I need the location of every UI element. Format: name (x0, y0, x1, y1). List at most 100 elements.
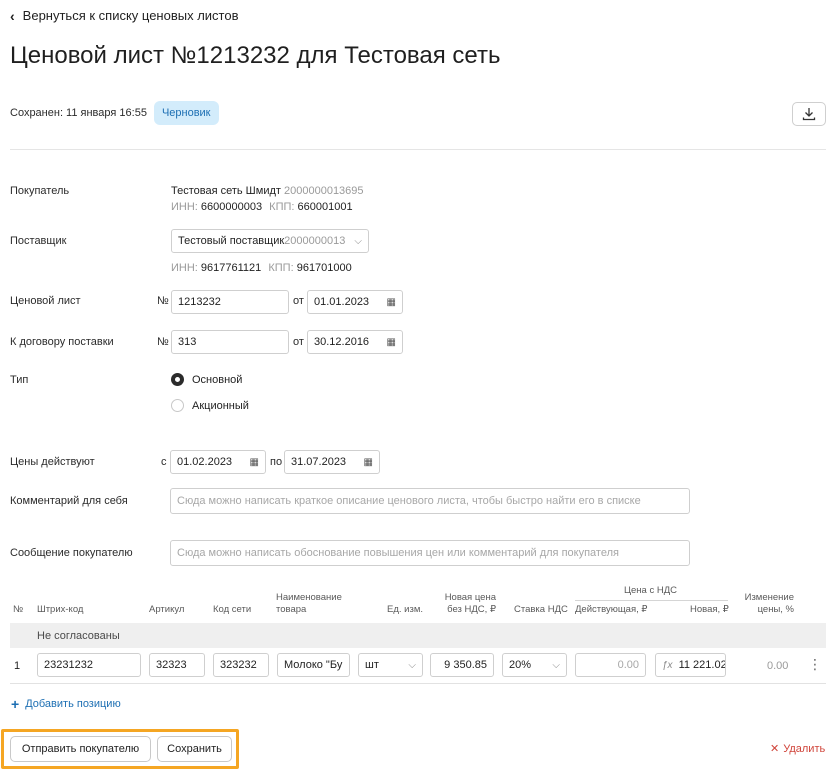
supplier-kpp-label: КПП: (268, 262, 294, 274)
row-num: 1 (14, 660, 21, 672)
buyer-kpp-label: КПП: (269, 201, 295, 213)
buyer-inn-label: ИНН: (171, 201, 198, 213)
supplier-inn-label: ИНН: (171, 262, 198, 274)
chevron-down-icon: ⌵ (552, 659, 560, 671)
price-change-value: 0.00 (767, 660, 789, 672)
col-header-article: Артикул (149, 604, 185, 615)
validity-from-date: 01.02.2023 (177, 456, 233, 468)
calendar-icon: ▦ (363, 456, 373, 468)
close-icon: ✕ (770, 743, 780, 755)
product-name-input[interactable]: Молоко "Бу (277, 653, 350, 677)
calendar-icon: ▦ (386, 336, 396, 348)
header-divider (10, 149, 826, 150)
calendar-icon: ▦ (386, 296, 396, 308)
back-link-label: Вернуться к списку ценовых листов (22, 8, 239, 23)
buyer-name: Тестовая сеть Шмидт (171, 185, 281, 197)
price-list-from-label: от (293, 295, 304, 307)
contract-number-input[interactable]: 313 (171, 330, 289, 354)
delete-button[interactable]: ✕ Удалить (770, 742, 826, 756)
price-list-num-prefix: № (157, 295, 169, 307)
row-divider (10, 683, 826, 684)
type-option-promo-label: Акционный (192, 399, 249, 412)
col-header-num: № (13, 604, 24, 615)
delete-label: Удалить (783, 742, 826, 755)
chevron-down-icon: ⌵ (408, 659, 416, 671)
calendar-icon: ▦ (249, 456, 259, 468)
formula-icon: ƒx (662, 659, 673, 671)
price-list-label: Ценовой лист (10, 295, 81, 307)
col-header-net-code: Код сети (213, 604, 252, 615)
add-position-link[interactable]: + Добавить позицию (11, 697, 121, 711)
supplier-selected: Тестовый поставщик (178, 235, 285, 247)
col-header-new: Новая, ₽ (690, 604, 729, 615)
contract-date: 30.12.2016 (314, 336, 370, 348)
download-icon (802, 108, 816, 121)
buyer-requisites: ИНН: 6600000003 КПП: 660001001 (171, 201, 353, 213)
send-to-buyer-button[interactable]: Отправить покупателю (10, 736, 151, 762)
buyer-code: 2000000013695 (284, 185, 364, 197)
vat-rate-value: 20% (509, 659, 532, 671)
buyer-label: Покупатель (10, 185, 70, 197)
price-list-date: 01.01.2023 (314, 296, 370, 308)
col-header-change: Изменение цены, % (744, 592, 794, 615)
chevron-down-icon: ⌵ (354, 235, 362, 247)
supplier-requisites: ИНН: 9617761121 КПП: 961701000 (171, 262, 352, 274)
type-option-promo[interactable]: Акционный (171, 399, 249, 412)
supplier-select[interactable]: Тестовый поставщик 2000000013 ⌵ (171, 229, 369, 253)
barcode-input[interactable]: 23231232 (37, 653, 141, 677)
price-list-number-input[interactable]: 1213232 (171, 290, 289, 314)
type-label: Тип (10, 374, 29, 386)
current-price-input[interactable]: 0.00 (575, 653, 646, 677)
col-header-new-price-no-vat: Новая цена без НДС, ₽ (444, 592, 496, 615)
buyer-kpp: 660001001 (297, 201, 353, 213)
radio-checked-icon (171, 373, 184, 386)
contract-date-input[interactable]: 30.12.2016 ▦ (307, 330, 403, 354)
new-price-vat-value: 11 221.02 (678, 659, 726, 671)
unit-value: шт (365, 659, 379, 671)
col-header-vat-rate: Ставка НДС (514, 604, 568, 615)
message-buyer-label: Сообщение покупателю (10, 547, 133, 559)
buyer-info: Тестовая сеть Шмидт 2000000013695 (171, 185, 364, 197)
supplier-inn: 9617761121 (200, 262, 262, 274)
plus-icon: + (11, 696, 20, 712)
row-menu-icon[interactable]: ⋮ (808, 656, 822, 673)
back-link[interactable]: ‹ Вернуться к списку ценовых листов (10, 8, 239, 23)
validity-to-input[interactable]: 31.07.2023 ▦ (284, 450, 380, 474)
save-status: Сохранен: 11 января 16:55 Черновик (10, 101, 219, 125)
net-code-input[interactable]: 323232 (213, 653, 269, 677)
validity-from-input[interactable]: 01.02.2023 ▦ (170, 450, 266, 474)
vat-header-divider (575, 600, 728, 601)
radio-unchecked-icon (171, 399, 184, 412)
col-header-current: Действующая, ₽ (575, 604, 648, 615)
col-header-unit: Ед. изм. (387, 604, 423, 615)
comment-self-label: Комментарий для себя (10, 495, 128, 507)
article-input[interactable]: 32323 (149, 653, 205, 677)
validity-from-label: с (161, 456, 167, 468)
supplier-kpp: 961701000 (296, 262, 352, 274)
price-no-vat-input[interactable]: 9 350.85 (430, 653, 494, 677)
col-header-barcode: Штрих-код (37, 604, 84, 615)
price-list-date-input[interactable]: 01.01.2023 ▦ (307, 290, 403, 314)
unit-select[interactable]: шт ⌵ (358, 653, 423, 677)
comment-self-input[interactable]: Сюда можно написать краткое описание цен… (170, 488, 690, 514)
contract-label: К договору поставки (10, 336, 114, 348)
group-row-unapproved: Не согласованы (10, 623, 826, 648)
add-position-label: Добавить позицию (25, 698, 121, 710)
validity-to-label: по (270, 456, 283, 468)
page-title: Ценовой лист №1213232 для Тестовая сеть (10, 42, 501, 69)
saved-text: Сохранен: 11 января 16:55 (10, 107, 147, 119)
supplier-selected-code: 2000000013 (284, 235, 346, 247)
new-price-vat-input[interactable]: ƒx 11 221.02 (655, 653, 726, 677)
type-option-main[interactable]: Основной (171, 373, 242, 386)
buyer-inn: 6600000003 (200, 201, 263, 213)
contract-num-prefix: № (157, 336, 169, 348)
vat-rate-select[interactable]: 20% ⌵ (502, 653, 567, 677)
download-button[interactable] (792, 102, 826, 126)
validity-to-date: 31.07.2023 (291, 456, 347, 468)
message-buyer-input[interactable]: Сюда можно написать обоснование повышени… (170, 540, 690, 566)
col-header-price-with-vat: Цена с НДС (624, 585, 678, 596)
save-button[interactable]: Сохранить (157, 736, 232, 762)
chevron-left-icon: ‹ (10, 7, 15, 24)
col-header-name: Наименование товара (276, 592, 342, 615)
supplier-label: Поставщик (10, 235, 67, 247)
